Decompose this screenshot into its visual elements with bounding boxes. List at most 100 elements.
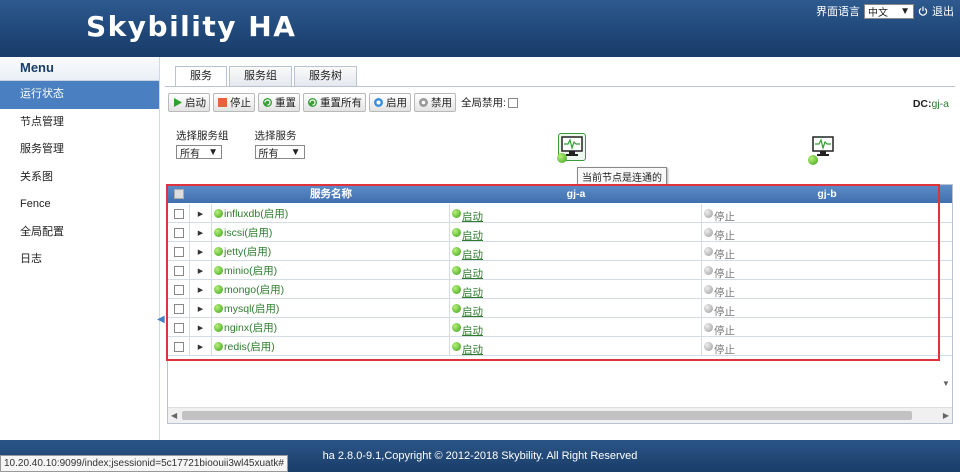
sidebar-item-6[interactable]: 日志 [0, 246, 159, 274]
service-name-cell: mysql(启用) [212, 299, 450, 318]
tab-divider [165, 86, 955, 87]
row-checkbox[interactable] [173, 265, 184, 276]
table-row[interactable]: ▶ influxdb(启用) 启动 停止 [168, 204, 952, 223]
service-status-icon [214, 266, 223, 275]
service-name[interactable]: minio(启用) [224, 263, 277, 278]
table-row[interactable]: ▶ redis(启用) 启动 停止 [168, 337, 952, 356]
group-filter-label: 选择服务组 [176, 130, 229, 142]
row-checkbox[interactable] [173, 246, 184, 257]
table-row[interactable]: ▶ mysql(启用) 启动 停止 [168, 299, 952, 318]
node-gj-b-monitor[interactable] [808, 134, 838, 165]
gj-a-status-cell: 启动 [450, 318, 702, 337]
row-checkbox[interactable] [173, 303, 184, 314]
stop-button-label: 停止 [230, 97, 251, 109]
power-icon[interactable] [918, 6, 928, 16]
expand-arrow-icon[interactable]: ▶ [198, 305, 203, 313]
scroll-right-icon[interactable]: ▶ [943, 411, 949, 420]
gear-icon [419, 98, 428, 107]
table-row[interactable]: ▶ mongo(启用) 启动 停止 [168, 280, 952, 299]
row-checkbox-cell [168, 280, 190, 299]
gj-a-status[interactable]: 启动 [462, 304, 483, 319]
row-checkbox[interactable] [173, 208, 184, 219]
dc-label: DC: [912, 98, 932, 110]
tab-service-groups[interactable]: 服务组 [229, 66, 292, 86]
row-checkbox[interactable] [173, 341, 184, 352]
service-name-cell: influxdb(启用) [212, 204, 450, 223]
table-row[interactable]: ▶ jetty(启用) 启动 停止 [168, 242, 952, 261]
start-button[interactable]: 启动 [168, 93, 210, 112]
scroll-left-icon[interactable]: ◀ [171, 411, 177, 420]
service-name[interactable]: mysql(启用) [224, 301, 279, 316]
table-row[interactable]: ▶ nginx(启用) 启动 停止 [168, 318, 952, 337]
reset-all-button[interactable]: 重置所有 [303, 93, 366, 112]
table-row[interactable]: ▶ minio(启用) 启动 停止 [168, 261, 952, 280]
service-name-cell: redis(启用) [212, 337, 450, 356]
enable-button[interactable]: 启用 [369, 93, 411, 112]
expand-arrow-icon[interactable]: ▶ [198, 229, 203, 237]
gj-a-status-cell: 启动 [450, 204, 702, 223]
service-name[interactable]: influxdb(启用) [224, 206, 288, 221]
scroll-down-icon[interactable]: ▼ [942, 379, 950, 388]
collapse-sidebar-icon[interactable]: ◀ [157, 314, 165, 325]
tab-service-tree[interactable]: 服务树 [294, 66, 357, 86]
gj-a-status[interactable]: 启动 [462, 266, 483, 281]
disable-button[interactable]: 禁用 [414, 93, 456, 112]
vertical-scrollbar[interactable]: ▼ [940, 204, 952, 404]
horizontal-scroll-thumb[interactable] [182, 411, 912, 420]
running-status-icon [452, 323, 461, 332]
expand-arrow-icon[interactable]: ▶ [198, 343, 203, 351]
gj-a-status[interactable]: 启动 [462, 285, 483, 300]
global-disable-label: 全局禁用: [461, 97, 506, 109]
gj-a-status-cell: 启动 [450, 337, 702, 356]
table-row[interactable]: ▶ iscsi(启用) 启动 停止 [168, 223, 952, 242]
reset-all-icon [308, 98, 317, 107]
row-checkbox-cell [168, 242, 190, 261]
stopped-status-icon [704, 247, 713, 256]
gj-a-status[interactable]: 启动 [462, 323, 483, 338]
gj-a-status[interactable]: 启动 [462, 342, 483, 357]
gj-a-status-cell: 启动 [450, 280, 702, 299]
chevron-down-icon: ▼ [900, 5, 910, 17]
language-select[interactable]: 中文 ▼ [864, 3, 914, 19]
service-name[interactable]: iscsi(启用) [224, 225, 272, 240]
service-status-icon [214, 247, 223, 256]
reset-button[interactable]: 重置 [258, 93, 300, 112]
gj-a-status[interactable]: 启动 [462, 209, 483, 224]
sidebar-item-2[interactable]: 服务管理 [0, 136, 159, 164]
node-gj-a-monitor[interactable] [557, 133, 586, 163]
expand-arrow-icon[interactable]: ▶ [198, 210, 203, 218]
gj-a-status[interactable]: 启动 [462, 228, 483, 243]
sidebar-item-3[interactable]: 关系图 [0, 164, 159, 192]
sidebar-item-5[interactable]: 全局配置 [0, 219, 159, 247]
service-name-cell: iscsi(启用) [212, 223, 450, 242]
row-checkbox[interactable] [173, 227, 184, 238]
row-expand-cell: ▶ [190, 242, 212, 261]
service-name[interactable]: redis(启用) [224, 339, 275, 354]
tab-services[interactable]: 服务 [175, 66, 227, 87]
expand-arrow-icon[interactable]: ▶ [198, 267, 203, 275]
expand-arrow-icon[interactable]: ▶ [198, 324, 203, 332]
enable-icon [374, 98, 383, 107]
sidebar-item-4[interactable]: Fence [0, 191, 159, 219]
horizontal-scrollbar[interactable]: ◀ ▶ [168, 407, 952, 423]
row-checkbox[interactable] [173, 322, 184, 333]
service-name[interactable]: mongo(启用) [224, 282, 284, 297]
expand-arrow-icon[interactable]: ▶ [198, 286, 203, 294]
gj-b-status: 停止 [714, 287, 735, 299]
service-name[interactable]: nginx(启用) [224, 320, 277, 335]
group-filter-select[interactable]: 所有 ▼ [176, 145, 222, 160]
stop-button[interactable]: 停止 [213, 93, 255, 112]
gj-a-status[interactable]: 启动 [462, 247, 483, 262]
service-status-icon [214, 285, 223, 294]
sidebar-item-0[interactable]: 运行状态 [0, 81, 159, 109]
row-checkbox[interactable] [173, 284, 184, 295]
service-name[interactable]: jetty(启用) [224, 244, 271, 259]
sidebar-item-1[interactable]: 节点管理 [0, 109, 159, 137]
header-controls: 界面语言 中文 ▼ 退出 [816, 3, 954, 19]
logout-link[interactable]: 退出 [932, 3, 954, 19]
expand-arrow-icon[interactable]: ▶ [198, 248, 203, 256]
select-all-checkbox[interactable] [174, 185, 184, 203]
global-disable-checkbox[interactable] [507, 97, 518, 108]
service-filter-select[interactable]: 所有 ▼ [254, 145, 305, 160]
gj-b-status-cell: 停止 [702, 280, 952, 299]
